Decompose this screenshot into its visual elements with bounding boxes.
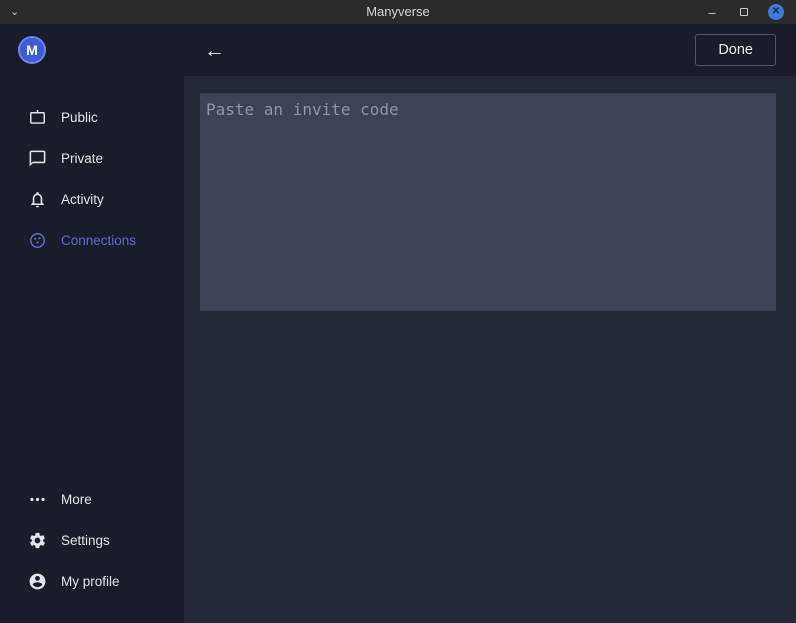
sidebar-item-label: Connections [61, 233, 136, 248]
close-icon: ✕ [772, 7, 780, 17]
sidebar-item-settings[interactable]: Settings [0, 520, 184, 561]
body-row: Public Private Activity [0, 76, 796, 623]
app-header: M ← Done [0, 24, 796, 76]
dots-horizontal-icon [28, 490, 47, 509]
sidebar-item-connections[interactable]: Connections [0, 220, 184, 261]
connections-icon [28, 231, 47, 250]
minimize-button[interactable]: – [704, 4, 720, 20]
invite-code-input[interactable] [200, 93, 776, 311]
sidebar: Public Private Activity [0, 76, 184, 623]
sidebar-item-public[interactable]: Public [0, 97, 184, 138]
bell-icon [28, 190, 47, 209]
sidebar-item-label: Public [61, 110, 98, 125]
logo-letter: M [26, 42, 38, 58]
sidebar-item-label: Activity [61, 192, 104, 207]
sidebar-item-more[interactable]: More [0, 479, 184, 520]
back-button[interactable]: ← [204, 40, 225, 61]
restore-icon [740, 8, 748, 16]
sidebar-item-label: Private [61, 151, 103, 166]
main-content [184, 76, 796, 623]
bulletin-board-icon [28, 108, 47, 127]
person-circle-icon [28, 572, 47, 591]
sidebar-item-my-profile[interactable]: My profile [0, 561, 184, 602]
close-button[interactable]: ✕ [768, 4, 784, 20]
message-icon [28, 149, 47, 168]
sidebar-item-label: Settings [61, 533, 110, 548]
window-controls: – ✕ [704, 4, 796, 20]
window-menu-chevron-icon[interactable]: ⌄ [10, 0, 19, 24]
gear-icon [28, 531, 47, 550]
manyverse-logo: M [18, 36, 46, 64]
done-button[interactable]: Done [695, 34, 776, 66]
restore-button[interactable] [736, 4, 752, 20]
sidebar-spacer [0, 261, 184, 479]
titlebar: ⌄ Manyverse – ✕ [0, 0, 796, 24]
window-title: Manyverse [0, 0, 796, 24]
sidebar-item-label: My profile [61, 574, 120, 589]
sidebar-item-private[interactable]: Private [0, 138, 184, 179]
sidebar-item-label: More [61, 492, 92, 507]
sidebar-item-activity[interactable]: Activity [0, 179, 184, 220]
manyverse-window: ⌄ Manyverse – ✕ M ← Done Public [0, 0, 796, 623]
